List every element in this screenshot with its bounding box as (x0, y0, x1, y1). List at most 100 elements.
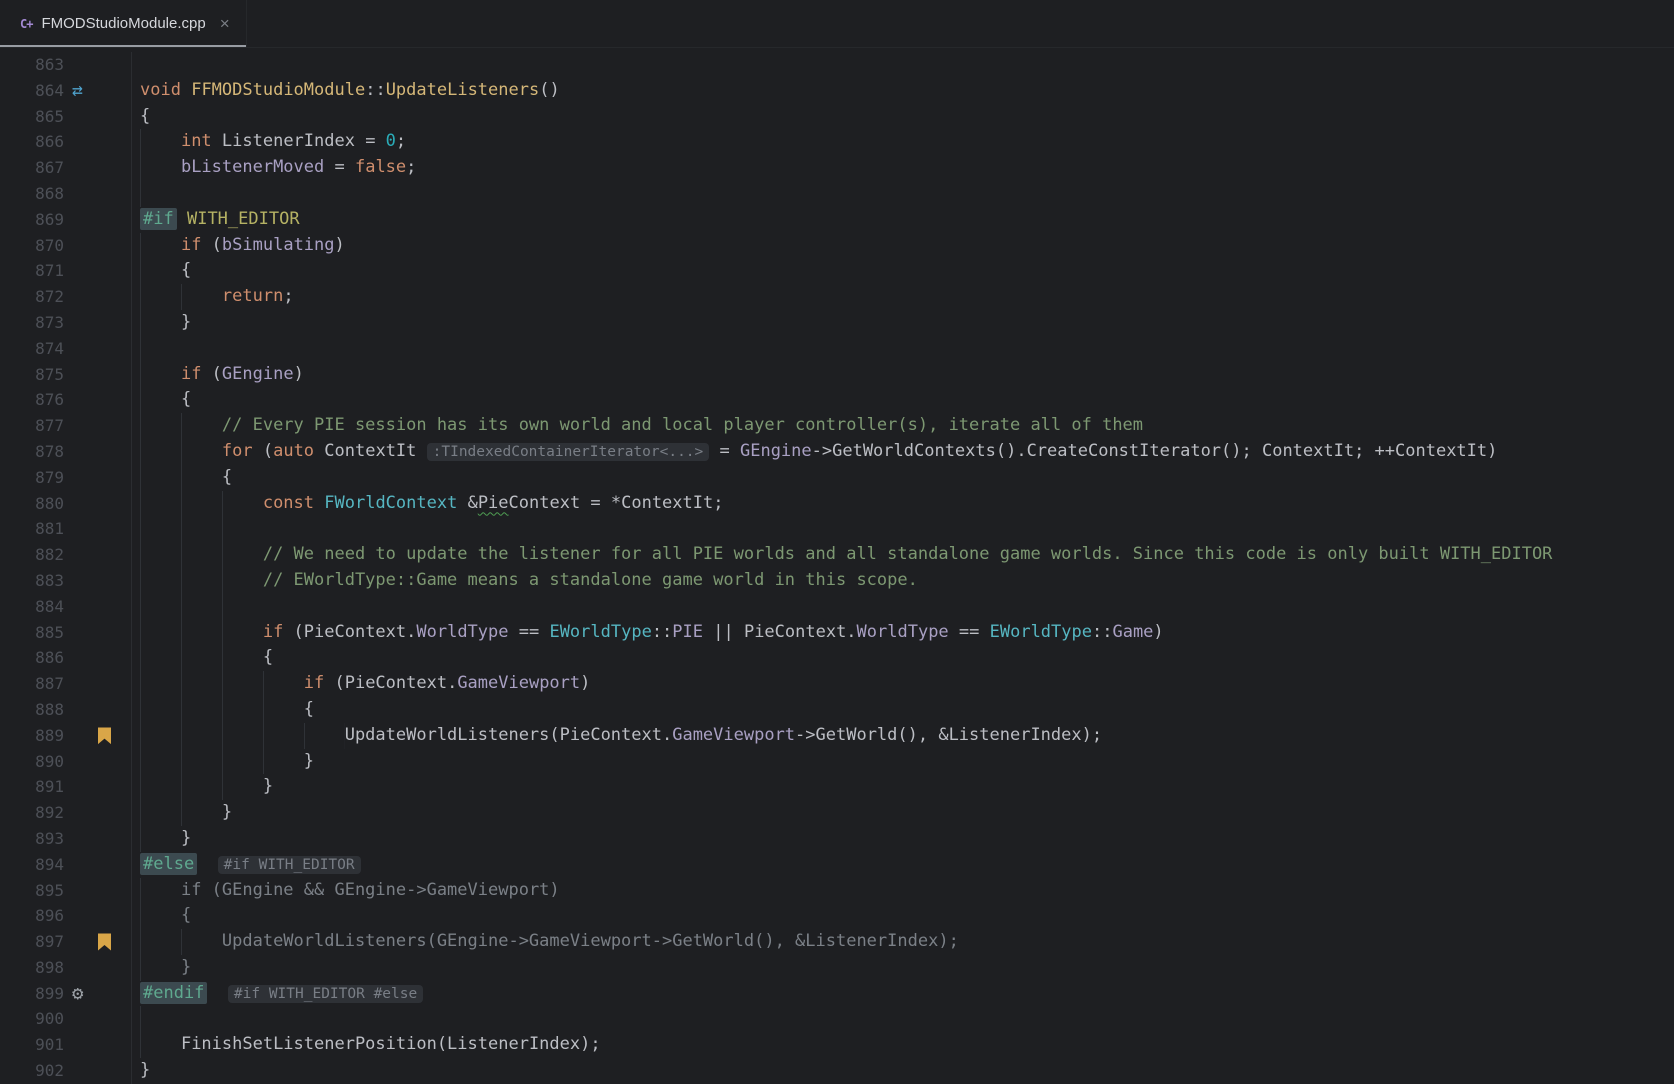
line-number[interactable]: 874 (0, 336, 64, 362)
line-number[interactable]: 895 (0, 878, 64, 904)
code-token[interactable]: 0 (386, 131, 396, 151)
code-token[interactable]: } (222, 802, 232, 822)
line-number[interactable]: 864 (0, 78, 64, 104)
code-token[interactable]: { (222, 467, 232, 487)
preprocessor-directive[interactable]: #else (140, 852, 198, 875)
line-number[interactable]: 898 (0, 955, 64, 981)
code-token[interactable] (314, 493, 324, 513)
code-token[interactable]: ListenerIndex = (212, 131, 386, 151)
code-token[interactable]: = (324, 157, 355, 177)
code-line[interactable]: if (PieContext.WorldType == EWorldType::… (132, 619, 1674, 646)
code-line[interactable]: { (132, 387, 1674, 414)
code-token[interactable] (207, 983, 227, 1003)
code-token[interactable]: ( (253, 441, 273, 461)
line-number[interactable]: 878 (0, 439, 64, 465)
line-number[interactable]: 893 (0, 826, 64, 852)
line-number[interactable]: 887 (0, 671, 64, 697)
code-token[interactable]: UpdateListeners (386, 80, 540, 100)
line-number[interactable]: 879 (0, 465, 64, 491)
code-token[interactable]: GameViewport (457, 673, 580, 693)
line-number[interactable]: 894 (0, 852, 64, 878)
code-token[interactable]: FinishSetListenerPosition(ListenerIndex)… (181, 1034, 601, 1054)
code-line[interactable] (132, 180, 1674, 207)
code-line[interactable] (132, 593, 1674, 620)
line-number[interactable]: 863 (0, 52, 64, 78)
code-line[interactable]: { (132, 645, 1674, 672)
code-token[interactable]: for (222, 441, 253, 461)
line-number[interactable]: 882 (0, 542, 64, 568)
code-token[interactable]: & (457, 493, 478, 513)
line-number[interactable]: 870 (0, 233, 64, 259)
code-token[interactable]: if (181, 364, 201, 384)
code-line[interactable]: if (bSimulating) (132, 232, 1674, 259)
code-token[interactable]: ) (580, 673, 590, 693)
code-token[interactable]: UpdateWorldListeners(GEngine->GameViewpo… (222, 931, 959, 951)
code-token[interactable]: false (355, 157, 406, 177)
line-number[interactable]: 891 (0, 774, 64, 800)
code-line[interactable]: } (132, 748, 1674, 775)
code-token[interactable]: } (181, 828, 191, 848)
code-token[interactable]: if (304, 673, 324, 693)
inlay-hint[interactable]: #if WITH_EDITOR (217, 855, 361, 874)
code-token[interactable]: // EWorldType::Game means a standalone g… (263, 570, 918, 590)
code-line[interactable]: } (132, 774, 1674, 801)
code-line[interactable]: if (GEngine && GEngine->GameViewport) (132, 877, 1674, 904)
code-token[interactable]: // Every PIE session has its own world a… (222, 415, 1143, 435)
code-token[interactable]: WITH_EDITOR (187, 209, 300, 229)
code-token[interactable]: if (181, 235, 201, 255)
code-token[interactable]: WorldType (416, 622, 508, 642)
line-number[interactable]: 877 (0, 413, 64, 439)
code-line[interactable]: FinishSetListenerPosition(ListenerIndex)… (132, 1032, 1674, 1059)
code-token[interactable]: :: (365, 80, 385, 100)
code-line[interactable]: int ListenerIndex = 0; (132, 129, 1674, 156)
code-token[interactable]: const (263, 493, 314, 513)
code-line[interactable]: } (132, 800, 1674, 826)
code-token[interactable]: { (181, 260, 191, 280)
preprocessor-directive[interactable]: #if (140, 207, 177, 230)
code-token[interactable]: (PieContext. (283, 622, 417, 642)
code-token[interactable]: Context = *ContextIt; (509, 493, 724, 513)
code-line[interactable]: UpdateWorldListeners(PieContext.GameView… (132, 722, 1674, 749)
code-token[interactable]: { (140, 106, 150, 126)
code-token[interactable]: auto (273, 441, 314, 461)
code-token[interactable]: FFMODStudioModule (191, 80, 365, 100)
code-line[interactable] (132, 52, 1674, 78)
code-line[interactable]: { (132, 903, 1674, 930)
code-token[interactable]: { (304, 699, 314, 719)
code-token[interactable]: } (181, 957, 191, 977)
line-number[interactable]: 865 (0, 104, 64, 130)
line-number[interactable]: 875 (0, 362, 64, 388)
line-number[interactable]: 868 (0, 181, 64, 207)
bookmark-icon[interactable] (98, 933, 111, 951)
code-token[interactable]: return (222, 286, 283, 306)
line-number[interactable]: 880 (0, 491, 64, 517)
line-number[interactable]: 884 (0, 594, 64, 620)
code-token[interactable]: ->GetWorldContexts().CreateConstIterator… (812, 441, 1498, 461)
code-token[interactable]: GEngine (222, 364, 294, 384)
code-token[interactable]: ( (201, 235, 222, 255)
code-line[interactable] (132, 1006, 1674, 1033)
line-number[interactable]: 872 (0, 284, 64, 310)
code-line[interactable]: #else #if WITH_EDITOR (132, 852, 1674, 878)
code-line[interactable]: } (132, 954, 1674, 981)
code-token[interactable]: PIE (672, 622, 703, 642)
code-token[interactable]: GameViewport (672, 725, 795, 745)
line-number[interactable]: 890 (0, 749, 64, 775)
code-token[interactable]: ) (1153, 622, 1163, 642)
line-number[interactable]: 901 (0, 1032, 64, 1058)
code-token[interactable]: EWorldType (990, 622, 1092, 642)
bookmark-icon[interactable] (98, 727, 111, 745)
code-line[interactable]: if (GEngine) (132, 361, 1674, 388)
code-token[interactable]: EWorldType (549, 622, 651, 642)
code-line[interactable]: // EWorldType::Game means a standalone g… (132, 567, 1674, 594)
line-number[interactable]: 885 (0, 620, 64, 646)
code-line[interactable] (132, 335, 1674, 362)
code-line[interactable]: } (132, 1058, 1674, 1084)
code-line[interactable]: } (132, 309, 1674, 336)
code-line[interactable]: { (132, 104, 1674, 130)
code-token[interactable]: ContextIt (314, 441, 427, 461)
line-number[interactable]: 888 (0, 697, 64, 723)
line-number[interactable]: 886 (0, 645, 64, 671)
line-number[interactable]: 883 (0, 568, 64, 594)
line-number[interactable]: 881 (0, 516, 64, 542)
